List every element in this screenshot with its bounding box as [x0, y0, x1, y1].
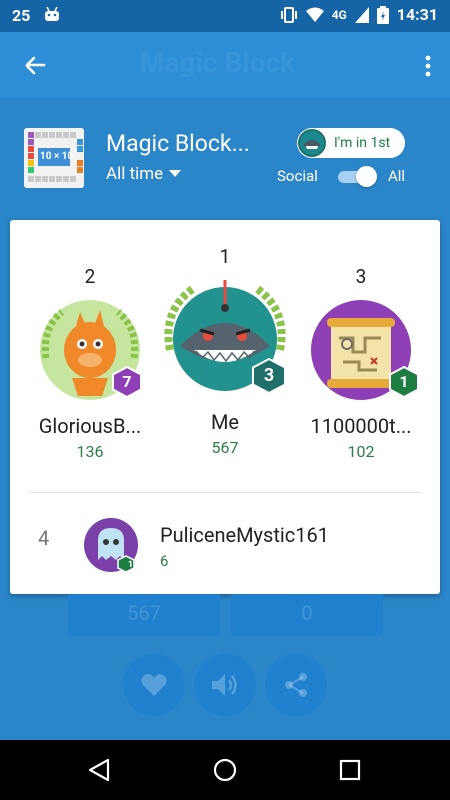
podium-rank-3[interactable]: 3 1 1100000t... 102: [291, 265, 431, 461]
signal-icon: [354, 6, 369, 23]
background-score-right: 0: [231, 594, 383, 636]
my-rank-label: I'm in 1st: [334, 135, 391, 151]
player-name: PuliceneMystic161: [160, 523, 329, 547]
level-number: 7: [122, 372, 132, 391]
status-clock: 14:31: [396, 5, 438, 24]
timeframe-dropdown[interactable]: All time: [106, 164, 182, 184]
android-icon: [45, 7, 59, 21]
background-score-left: 567: [68, 594, 220, 636]
sound-button[interactable]: [194, 654, 256, 716]
divider: [30, 492, 420, 493]
notification-count: 25: [12, 6, 31, 25]
my-rank-chip[interactable]: I'm in 1st: [297, 128, 405, 158]
level-number: 3: [263, 365, 275, 386]
rank-number: 4: [38, 526, 50, 550]
podium-rank-2[interactable]: 2 7 GloriousB... 136: [20, 265, 160, 461]
player-name: 1100000t...: [310, 414, 412, 438]
level-number: 1: [399, 372, 409, 391]
more-vert-icon[interactable]: [422, 50, 434, 82]
wifi-icon: [305, 7, 324, 22]
social-all-toggle[interactable]: [336, 166, 377, 187]
battery-icon: [376, 5, 389, 24]
game-title: Magic Block...: [106, 130, 250, 157]
player-score: 136: [76, 442, 104, 461]
player-score: 6: [160, 552, 169, 570]
leaderboard-card: 2 7 GloriousB... 136 1 3 Me 567 3 1 1100…: [10, 220, 440, 594]
all-label: All: [388, 167, 406, 185]
shark-avatar-icon: [298, 129, 326, 157]
timeframe-label: All time: [106, 164, 164, 184]
player-score: 567: [211, 438, 239, 457]
rank-number: 3: [355, 265, 367, 288]
volume-icon: [212, 674, 237, 696]
rank-number: 1: [219, 245, 231, 268]
nav-back-icon[interactable]: [88, 758, 110, 782]
vibrate-icon: [280, 6, 297, 23]
like-button[interactable]: [123, 654, 185, 716]
level-number: 11: [127, 560, 139, 570]
list-item[interactable]: 4 11 PuliceneMystic161 6: [10, 502, 440, 573]
thumbnail-label: 10 × 10: [40, 151, 74, 162]
player-name: GloriousB...: [38, 414, 142, 438]
status-bar: 25 4G 14:31: [0, 0, 450, 32]
network-type: 4G: [331, 7, 347, 22]
heart-icon: [141, 674, 167, 696]
arrow-back-icon[interactable]: [18, 50, 50, 82]
system-nav-bar: [0, 740, 450, 800]
leaderboard-header: 10 × 10 Magic Block... All time I'm in 1…: [0, 98, 450, 220]
nav-home-icon[interactable]: [213, 758, 237, 782]
game-thumbnail: 10 × 10: [24, 128, 84, 188]
share-icon: [285, 673, 307, 697]
rank-number: 2: [84, 265, 96, 288]
app-title: Magic Block: [140, 46, 296, 79]
dropdown-arrow-icon: [169, 170, 182, 177]
social-label: Social: [277, 167, 318, 185]
podium-rank-1[interactable]: 1 3 Me 567: [155, 245, 295, 457]
share-button[interactable]: [265, 654, 327, 716]
app-bar: Magic Block: [0, 32, 450, 98]
player-name: Me: [210, 410, 240, 434]
player-score: 102: [347, 442, 375, 461]
nav-recents-icon[interactable]: [339, 759, 361, 781]
